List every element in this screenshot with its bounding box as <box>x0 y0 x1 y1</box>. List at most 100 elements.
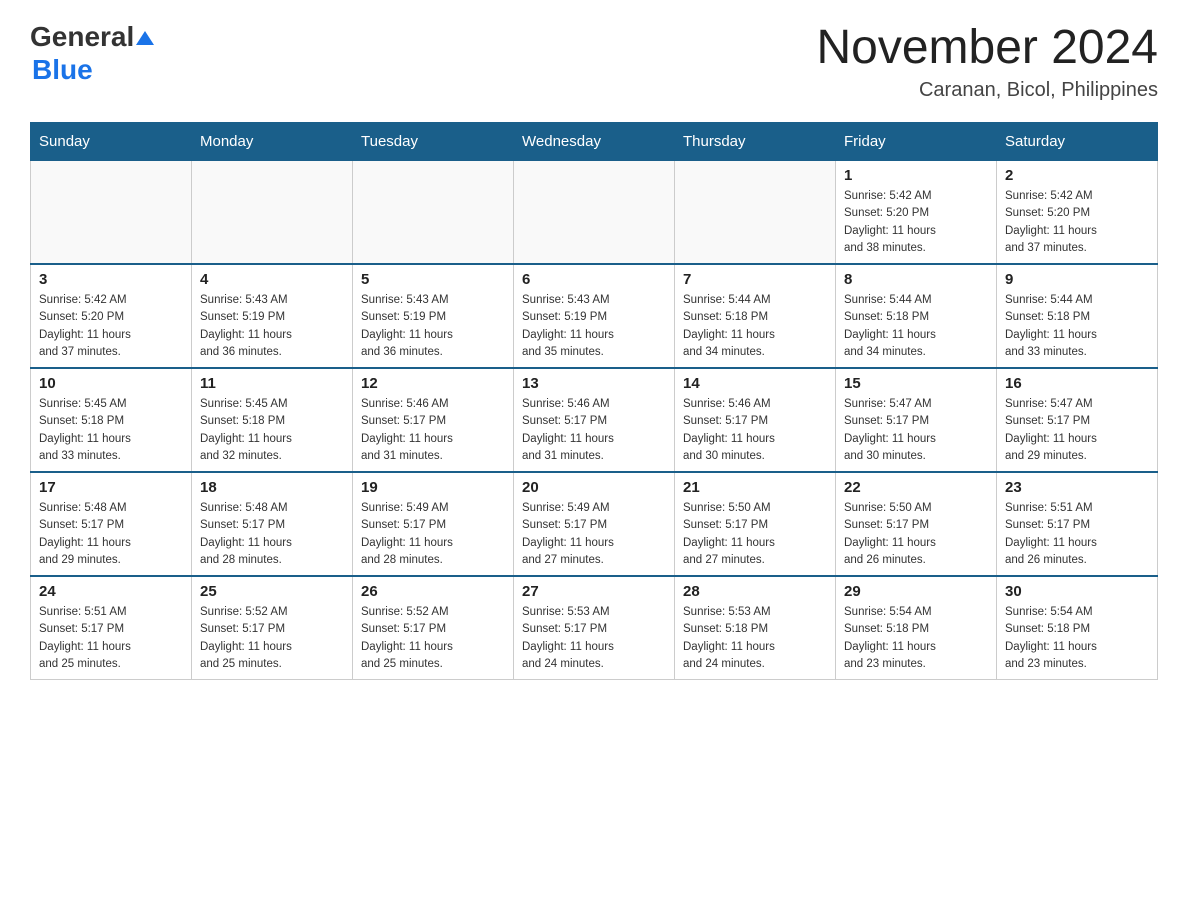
day-number: 29 <box>844 583 988 600</box>
day-info: Sunrise: 5:50 AM Sunset: 5:17 PM Dayligh… <box>683 500 827 569</box>
day-info: Sunrise: 5:43 AM Sunset: 5:19 PM Dayligh… <box>361 292 505 361</box>
day-number: 11 <box>200 375 344 392</box>
calendar-cell: 28 Sunrise: 5:53 AM Sunset: 5:18 PM Dayli… <box>675 576 836 680</box>
calendar-cell <box>353 161 514 265</box>
calendar-cell: 3 Sunrise: 5:42 AM Sunset: 5:20 PM Daylig… <box>31 264 192 368</box>
day-info: Sunrise: 5:44 AM Sunset: 5:18 PM Dayligh… <box>683 292 827 361</box>
calendar-cell: 2 Sunrise: 5:42 AM Sunset: 5:20 PM Daylig… <box>997 161 1158 265</box>
calendar-cell <box>192 161 353 265</box>
day-info: Sunrise: 5:53 AM Sunset: 5:18 PM Dayligh… <box>683 604 827 673</box>
day-number: 28 <box>683 583 827 600</box>
calendar-cell: 6Sunrise: 5:43 AM Sunset: 5:19 PM Daylig… <box>514 264 675 368</box>
calendar-week-row: 3 Sunrise: 5:42 AM Sunset: 5:20 PM Daylig… <box>31 264 1158 368</box>
logo-general: General <box>30 21 134 53</box>
day-info: Sunrise: 5:42 AM Sunset: 5:20 PM Dayligh… <box>39 292 183 361</box>
day-number: 18 <box>200 479 344 496</box>
calendar-cell: 11Sunrise: 5:45 AM Sunset: 5:18 PM Dayli… <box>192 368 353 472</box>
day-header-monday: Monday <box>192 123 353 161</box>
day-info: Sunrise: 5:53 AM Sunset: 5:17 PM Dayligh… <box>522 604 666 673</box>
day-number: 17 <box>39 479 183 496</box>
calendar-cell: 5 Sunrise: 5:43 AM Sunset: 5:19 PM Daylig… <box>353 264 514 368</box>
day-info: Sunrise: 5:51 AM Sunset: 5:17 PM Dayligh… <box>39 604 183 673</box>
day-number: 3 <box>39 271 183 288</box>
calendar-cell: 8 Sunrise: 5:44 AM Sunset: 5:18 PM Daylig… <box>836 264 997 368</box>
logo-triangle <box>136 22 154 54</box>
day-number: 30 <box>1005 583 1149 600</box>
calendar-table: SundayMondayTuesdayWednesdayThursdayFrid… <box>30 122 1158 680</box>
day-info: Sunrise: 5:44 AM Sunset: 5:18 PM Dayligh… <box>844 292 988 361</box>
calendar-cell: 23 Sunrise: 5:51 AM Sunset: 5:17 PM Dayli… <box>997 472 1158 576</box>
day-info: Sunrise: 5:52 AM Sunset: 5:17 PM Dayligh… <box>200 604 344 673</box>
day-number: 5 <box>361 271 505 288</box>
day-info: Sunrise: 5:54 AM Sunset: 5:18 PM Dayligh… <box>1005 604 1149 673</box>
day-info: Sunrise: 5:42 AM Sunset: 5:20 PM Dayligh… <box>1005 188 1149 257</box>
day-info: Sunrise: 5:46 AM Sunset: 5:17 PM Dayligh… <box>522 396 666 465</box>
day-number: 9 <box>1005 271 1149 288</box>
calendar-cell: 24 Sunrise: 5:51 AM Sunset: 5:17 PM Dayli… <box>31 576 192 680</box>
day-number: 24 <box>39 583 183 600</box>
day-number: 8 <box>844 271 988 288</box>
calendar-cell: 22 Sunrise: 5:50 AM Sunset: 5:17 PM Dayli… <box>836 472 997 576</box>
calendar-cell: 19Sunrise: 5:49 AM Sunset: 5:17 PM Dayli… <box>353 472 514 576</box>
calendar-cell: 10 Sunrise: 5:45 AM Sunset: 5:18 PM Dayli… <box>31 368 192 472</box>
day-number: 15 <box>844 375 988 392</box>
day-number: 1 <box>844 167 988 184</box>
day-header-sunday: Sunday <box>31 123 192 161</box>
day-info: Sunrise: 5:47 AM Sunset: 5:17 PM Dayligh… <box>844 396 988 465</box>
day-number: 25 <box>200 583 344 600</box>
calendar-header-row: SundayMondayTuesdayWednesdayThursdayFrid… <box>31 123 1158 161</box>
day-number: 4 <box>200 271 344 288</box>
day-number: 14 <box>683 375 827 392</box>
day-info: Sunrise: 5:47 AM Sunset: 5:17 PM Dayligh… <box>1005 396 1149 465</box>
calendar-cell: 14 Sunrise: 5:46 AM Sunset: 5:17 PM Dayli… <box>675 368 836 472</box>
calendar-cell: 25 Sunrise: 5:52 AM Sunset: 5:17 PM Dayli… <box>192 576 353 680</box>
day-info: Sunrise: 5:50 AM Sunset: 5:17 PM Dayligh… <box>844 500 988 569</box>
calendar-cell: 20 Sunrise: 5:49 AM Sunset: 5:17 PM Dayli… <box>514 472 675 576</box>
day-info: Sunrise: 5:45 AM Sunset: 5:18 PM Dayligh… <box>39 396 183 465</box>
calendar-cell: 18 Sunrise: 5:48 AM Sunset: 5:17 PM Dayli… <box>192 472 353 576</box>
day-number: 16 <box>1005 375 1149 392</box>
day-header-wednesday: Wednesday <box>514 123 675 161</box>
calendar-cell: 13 Sunrise: 5:46 AM Sunset: 5:17 PM Dayli… <box>514 368 675 472</box>
day-info: Sunrise: 5:48 AM Sunset: 5:17 PM Dayligh… <box>200 500 344 569</box>
day-number: 22 <box>844 479 988 496</box>
location-title: Caranan, Bicol, Philippines <box>816 79 1158 102</box>
calendar-cell <box>675 161 836 265</box>
calendar-cell: 16 Sunrise: 5:47 AM Sunset: 5:17 PM Dayli… <box>997 368 1158 472</box>
day-header-friday: Friday <box>836 123 997 161</box>
calendar-cell: 21Sunrise: 5:50 AM Sunset: 5:17 PM Dayli… <box>675 472 836 576</box>
title-area: November 2024 Caranan, Bicol, Philippine… <box>816 20 1158 102</box>
day-number: 2 <box>1005 167 1149 184</box>
day-info: Sunrise: 5:54 AM Sunset: 5:18 PM Dayligh… <box>844 604 988 673</box>
day-info: Sunrise: 5:46 AM Sunset: 5:17 PM Dayligh… <box>683 396 827 465</box>
month-title: November 2024 <box>816 20 1158 75</box>
calendar-cell <box>31 161 192 265</box>
day-info: Sunrise: 5:46 AM Sunset: 5:17 PM Dayligh… <box>361 396 505 465</box>
calendar-cell <box>514 161 675 265</box>
day-info: Sunrise: 5:43 AM Sunset: 5:19 PM Dayligh… <box>522 292 666 361</box>
day-number: 10 <box>39 375 183 392</box>
calendar-cell: 27Sunrise: 5:53 AM Sunset: 5:17 PM Dayli… <box>514 576 675 680</box>
calendar-cell: 12 Sunrise: 5:46 AM Sunset: 5:17 PM Dayli… <box>353 368 514 472</box>
day-number: 7 <box>683 271 827 288</box>
calendar-cell: 1 Sunrise: 5:42 AM Sunset: 5:20 PM Daylig… <box>836 161 997 265</box>
calendar-cell: 9Sunrise: 5:44 AM Sunset: 5:18 PM Daylig… <box>997 264 1158 368</box>
calendar-cell: 15 Sunrise: 5:47 AM Sunset: 5:17 PM Dayli… <box>836 368 997 472</box>
calendar-week-row: 1 Sunrise: 5:42 AM Sunset: 5:20 PM Daylig… <box>31 161 1158 265</box>
day-header-thursday: Thursday <box>675 123 836 161</box>
day-number: 26 <box>361 583 505 600</box>
day-info: Sunrise: 5:51 AM Sunset: 5:17 PM Dayligh… <box>1005 500 1149 569</box>
logo: General Blue <box>30 20 154 86</box>
day-info: Sunrise: 5:42 AM Sunset: 5:20 PM Dayligh… <box>844 188 988 257</box>
calendar-cell: 30 Sunrise: 5:54 AM Sunset: 5:18 PM Dayli… <box>997 576 1158 680</box>
day-number: 23 <box>1005 479 1149 496</box>
day-info: Sunrise: 5:49 AM Sunset: 5:17 PM Dayligh… <box>522 500 666 569</box>
calendar-week-row: 17 Sunrise: 5:48 AM Sunset: 5:17 PM Dayli… <box>31 472 1158 576</box>
day-number: 19 <box>361 479 505 496</box>
day-number: 20 <box>522 479 666 496</box>
day-number: 12 <box>361 375 505 392</box>
calendar-week-row: 10 Sunrise: 5:45 AM Sunset: 5:18 PM Dayli… <box>31 368 1158 472</box>
day-number: 13 <box>522 375 666 392</box>
calendar-cell: 29 Sunrise: 5:54 AM Sunset: 5:18 PM Dayli… <box>836 576 997 680</box>
logo-blue: Blue <box>32 54 93 85</box>
